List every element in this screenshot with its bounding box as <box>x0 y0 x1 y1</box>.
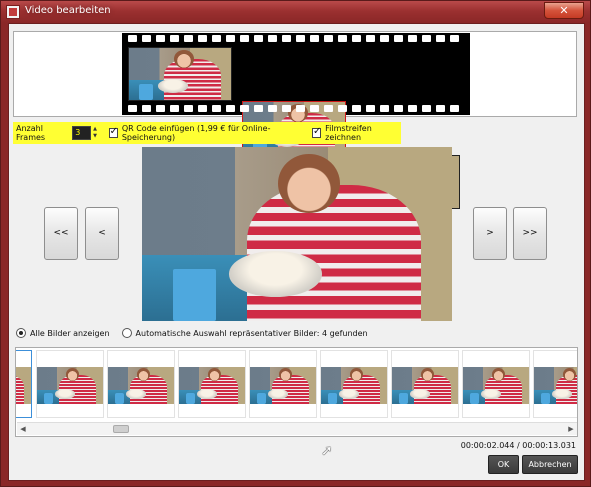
ok-button[interactable]: OK <box>488 455 519 474</box>
horizontal-scrollbar[interactable]: ◀ ▶ <box>17 422 577 435</box>
film-frame-1 <box>128 47 232 101</box>
qr-code-checkbox[interactable] <box>108 126 118 138</box>
first-frame-button[interactable]: << <box>44 207 78 260</box>
all-images-label[interactable]: Alle Bilder anzeigen <box>30 329 110 338</box>
thumbnail-item[interactable] <box>249 350 317 418</box>
auto-selection-label[interactable]: Automatische Auswahl repräsentativer Bil… <box>136 329 368 338</box>
frames-count-input[interactable]: 3 <box>72 126 91 140</box>
scrollbar-thumb[interactable] <box>113 425 129 433</box>
cancel-button[interactable]: Abbrechen <box>522 455 578 474</box>
next-frame-button[interactable]: > <box>473 207 507 260</box>
film-holes-bottom <box>128 105 464 113</box>
all-images-radio[interactable] <box>16 328 26 338</box>
dialog-client: Anzahl Frames 3 ▲ ▼ QR Code einfügen (1,… <box>8 23 585 481</box>
window-title: Video bearbeiten <box>25 5 111 16</box>
title-bar[interactable]: Video bearbeiten ✕ <box>1 1 590 23</box>
thumbnail-item[interactable] <box>16 350 32 418</box>
selection-mode-group: Alle Bilder anzeigen Automatische Auswah… <box>16 328 368 338</box>
thumbnail-strip: ◀ ▶ <box>15 347 578 437</box>
frames-label: Anzahl Frames <box>16 124 46 142</box>
thumbnail-item[interactable] <box>36 350 104 418</box>
frames-spinner[interactable]: ▲ ▼ <box>92 126 99 140</box>
filmstrip <box>122 33 470 209</box>
close-button[interactable]: ✕ <box>544 2 584 19</box>
last-frame-button[interactable]: >> <box>513 207 547 260</box>
filmstrip-checkbox[interactable] <box>312 126 322 138</box>
thumbnail-item[interactable] <box>178 350 246 418</box>
thumbnail-item[interactable] <box>107 350 175 418</box>
thumbnail-item[interactable] <box>533 350 577 418</box>
auto-selection-radio[interactable] <box>121 328 132 338</box>
spin-down-icon[interactable]: ▼ <box>92 133 99 140</box>
mouse-pointer-icon: ➚ <box>321 443 333 459</box>
thumbnail-item[interactable] <box>391 350 459 418</box>
time-display: 00:00:02.044 / 00:00:13.031 <box>460 441 576 450</box>
previous-frame-button[interactable]: < <box>85 207 119 260</box>
thumbnail-item[interactable] <box>462 350 530 418</box>
filmstrip-label[interactable]: Filmstreifen zeichnen <box>325 124 401 142</box>
scroll-left-icon[interactable]: ◀ <box>17 423 29 435</box>
qr-code-label[interactable]: QR Code einfügen (1,99 € für Online-Spei… <box>122 124 302 142</box>
dialog-window: Video bearbeiten ✕ Anzahl Frames 3 ▲ ▼ ✓… <box>0 0 591 487</box>
filmstrip-preview <box>13 31 577 209</box>
thumbnail-item[interactable] <box>320 350 388 418</box>
app-icon <box>6 5 20 19</box>
film-holes-top <box>128 35 464 43</box>
main-preview-image <box>142 147 452 321</box>
options-bar: Anzahl Frames 3 ▲ ▼ QR Code einfügen (1,… <box>13 122 401 144</box>
spin-up-icon[interactable]: ▲ <box>92 126 99 133</box>
scroll-right-icon[interactable]: ▶ <box>565 423 577 435</box>
